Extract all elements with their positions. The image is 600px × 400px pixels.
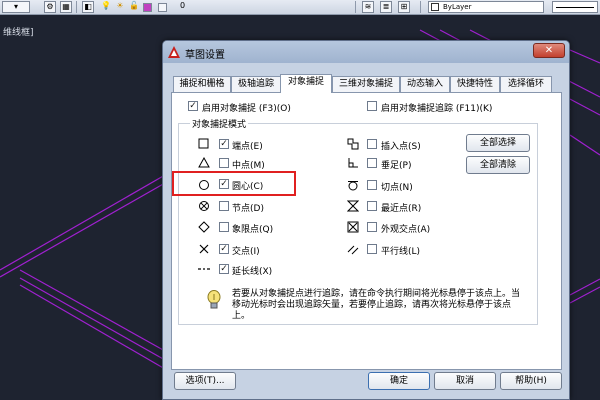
autocad-app-icon: [168, 46, 180, 58]
tab-object-snap[interactable]: 对象捕捉: [280, 74, 332, 93]
insertion-checkbox[interactable]: [367, 139, 377, 149]
insertion-icon: [347, 138, 359, 150]
top-toolbar: ▾ ⚙ ▦ ◧ 💡 ☀ 🔓 0 ≋ ≣ ⊞ ByLayer: [0, 0, 600, 15]
parallel-checkbox[interactable]: [367, 244, 377, 254]
clear-all-button[interactable]: 全部清除: [466, 156, 530, 174]
enable-osnap-label: 启用对象捕捉 (F3)(O): [202, 104, 291, 114]
tab-3d-object-snap[interactable]: 三维对象捕捉: [332, 76, 400, 92]
apparent-intersection-checkbox[interactable]: [367, 222, 377, 232]
extension-checkbox[interactable]: ✓: [219, 264, 229, 274]
node-label: 节点(D): [232, 204, 264, 214]
osnap-modes-group-title: 对象捕捉模式: [190, 117, 249, 130]
endpoint-label: 端点(E): [232, 142, 263, 152]
tab-snap-grid[interactable]: 捕捉和栅格: [173, 76, 231, 92]
cancel-button[interactable]: 取消: [434, 372, 496, 390]
nearest-checkbox[interactable]: [367, 201, 377, 211]
layer-square-icon[interactable]: [158, 3, 167, 12]
intersection-cross-icon: [199, 244, 209, 254]
center-highlight-box: [172, 171, 296, 196]
help-button[interactable]: 帮助(H): [500, 372, 562, 390]
linetype-color-swatch: [431, 3, 439, 11]
linetype-select[interactable]: ByLayer: [428, 1, 544, 13]
perpendicular-icon: [348, 158, 358, 168]
tangent-label: 切点(N): [381, 183, 413, 193]
tab-quick-properties[interactable]: 快捷特性: [450, 76, 500, 92]
color-swatch-icon[interactable]: [143, 3, 152, 12]
gear-icon[interactable]: ⚙: [44, 1, 56, 13]
parallel-icon: [347, 245, 359, 255]
snapshot-icon[interactable]: ◧: [82, 1, 94, 13]
toolbar-dropdown-button[interactable]: ▾: [2, 1, 30, 13]
layer-state-icon[interactable]: ▦: [60, 1, 72, 13]
dialog-title: 草图设置: [185, 50, 225, 61]
perpendicular-checkbox[interactable]: [367, 158, 377, 168]
layer-walk-icon[interactable]: ⊞: [398, 1, 410, 13]
midpoint-triangle-icon: [198, 157, 210, 168]
current-layer-value: 0: [180, 1, 186, 10]
match-layer-icon[interactable]: ≋: [362, 1, 374, 13]
endpoint-square-icon: [198, 138, 209, 149]
nearest-hourglass-icon: [347, 200, 359, 212]
perpendicular-label: 垂足(P): [381, 161, 412, 171]
sun-icon[interactable]: ☀: [114, 1, 126, 13]
dialog-titlebar[interactable]: 草图设置 ✕: [163, 41, 569, 63]
layer-previous-icon[interactable]: ≣: [380, 1, 392, 13]
intersection-label: 交点(I): [232, 247, 260, 257]
intersection-checkbox[interactable]: ✓: [219, 244, 229, 254]
nearest-label: 最近点(R): [381, 204, 422, 214]
linetype-value: ByLayer: [443, 3, 472, 11]
apparent-intersection-icon: [347, 221, 359, 233]
lightbulb-tip-icon: [207, 290, 221, 309]
toolbar-separator: [420, 1, 421, 13]
tangent-checkbox[interactable]: [367, 180, 377, 190]
tab-selection-cycling[interactable]: 选择循环: [500, 76, 552, 92]
close-button[interactable]: ✕: [533, 43, 565, 58]
select-all-button[interactable]: 全部选择: [466, 134, 530, 152]
options-button[interactable]: 选项(T)...: [174, 372, 236, 390]
extension-label: 延长线(X): [232, 267, 273, 277]
toolbar-separator: [76, 1, 77, 13]
ok-button[interactable]: 确定: [368, 372, 430, 390]
tracking-tip-text: 若要从对象捕捉点进行追踪，请在命令执行期间将光标悬停于该点上。当移动光标时会出现…: [232, 289, 521, 321]
enable-osnap-checkbox[interactable]: ✓: [188, 101, 198, 111]
parallel-label: 平行线(L): [381, 247, 421, 257]
node-icon: [199, 201, 209, 211]
midpoint-label: 中点(M): [232, 161, 265, 171]
tab-polar-tracking[interactable]: 极轴追踪: [231, 76, 281, 92]
quadrant-label: 象限点(Q): [232, 225, 274, 235]
endpoint-checkbox[interactable]: ✓: [219, 139, 229, 149]
enable-tracking-checkbox[interactable]: [367, 101, 377, 111]
enable-tracking-label: 启用对象捕捉追踪 (F11)(K): [381, 104, 493, 114]
lineweight-preview: [556, 7, 594, 8]
tangent-icon: [348, 181, 358, 191]
extension-icon: [198, 268, 210, 270]
tab-dynamic-input[interactable]: 动态输入: [400, 76, 450, 92]
lock-icon[interactable]: 🔓: [128, 1, 140, 13]
toolbar-separator: [355, 1, 356, 13]
lineweight-select[interactable]: [552, 1, 598, 13]
apparent-intersection-label: 外观交点(A): [381, 225, 431, 235]
midpoint-checkbox[interactable]: [219, 158, 229, 168]
quadrant-diamond-icon: [198, 221, 210, 233]
insertion-label: 插入点(S): [381, 142, 421, 152]
quadrant-checkbox[interactable]: [219, 222, 229, 232]
node-checkbox[interactable]: [219, 201, 229, 211]
bulb-icon[interactable]: 💡: [100, 1, 112, 13]
